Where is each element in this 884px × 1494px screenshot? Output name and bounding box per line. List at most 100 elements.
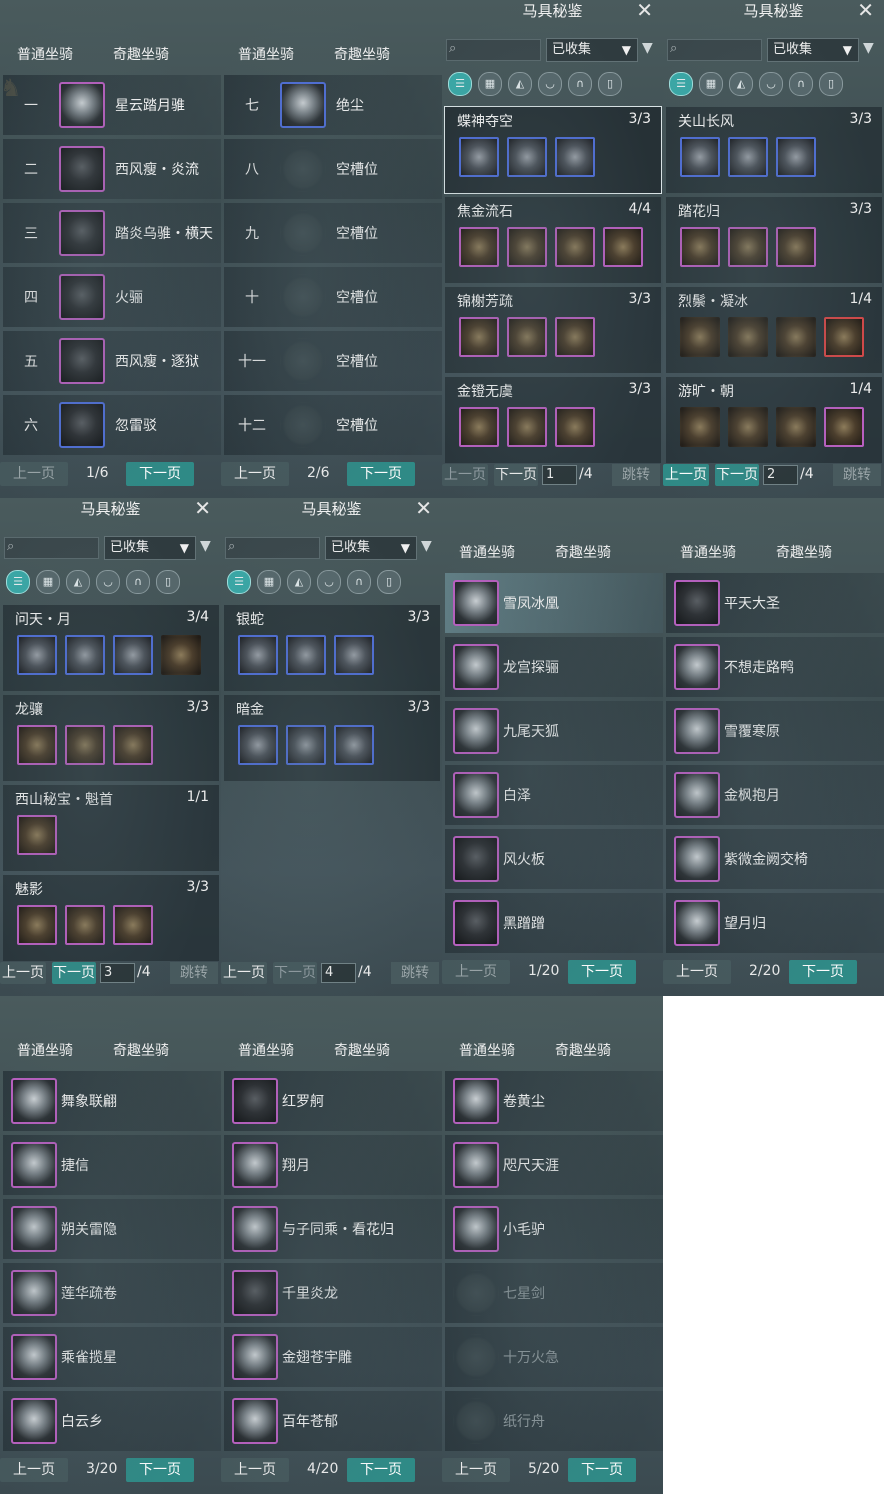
tab-normal-mounts[interactable]: 普通坐骑 (17, 1040, 73, 1060)
list-item[interactable]: 咫尺天涯 (445, 1135, 663, 1195)
equipment-item-icon[interactable] (728, 317, 768, 357)
armor-category-icon[interactable]: ◡ (538, 72, 562, 96)
page-number-input[interactable]: 1 (542, 465, 577, 485)
saddle-category-icon[interactable]: ◭ (66, 570, 90, 594)
prev-page-button[interactable]: 上一页 (442, 960, 510, 984)
scroll-category-icon[interactable]: ▯ (156, 570, 180, 594)
list-item[interactable]: 翔月 (224, 1135, 442, 1195)
page-number-input[interactable]: 2 (763, 465, 798, 485)
tab-fun-mounts[interactable]: 奇趣坐骑 (776, 542, 832, 562)
list-item[interactable]: 卷黄尘 (445, 1071, 663, 1131)
prev-page-button[interactable]: 上一页 (0, 462, 68, 486)
tab-normal-mounts[interactable]: 普通坐骑 (238, 1040, 294, 1060)
jump-button[interactable]: 跳转 (391, 962, 439, 984)
jump-button[interactable]: 跳转 (833, 464, 881, 486)
list-item[interactable]: 舞象联翩 (3, 1071, 221, 1131)
list-item[interactable]: 雪凤冰凰 (445, 573, 663, 633)
scroll-category-icon[interactable]: ▯ (819, 72, 843, 96)
equipment-item-icon[interactable] (238, 635, 278, 675)
filter-icon[interactable]: ▼ (200, 538, 211, 554)
tab-normal-mounts[interactable]: 普通坐骑 (680, 542, 736, 562)
list-item[interactable]: 千里炎龙 (224, 1263, 442, 1323)
equipment-item-icon[interactable] (680, 317, 720, 357)
equipment-item-icon[interactable] (555, 407, 595, 447)
equipment-item-icon[interactable] (161, 635, 201, 675)
horseshoe-category-icon[interactable]: ∩ (126, 570, 150, 594)
equipment-item-icon[interactable] (334, 635, 374, 675)
filter-icon[interactable]: ▼ (421, 538, 432, 554)
jump-button[interactable]: 跳转 (170, 962, 218, 984)
equipment-item-icon[interactable] (286, 635, 326, 675)
jump-button[interactable]: 跳转 (612, 464, 660, 486)
filter-icon[interactable]: ▼ (642, 40, 653, 56)
next-page-button[interactable]: 下一页 (347, 462, 415, 486)
list-item[interactable]: 小毛驴 (445, 1199, 663, 1259)
equipment-set[interactable]: 问天・月 3/4 (3, 605, 219, 691)
saddle-category-icon[interactable]: ◭ (287, 570, 311, 594)
equipment-item-icon[interactable] (507, 227, 547, 267)
equipment-item-icon[interactable] (459, 317, 499, 357)
list-item[interactable]: 十二 空槽位 (224, 395, 442, 455)
list-item[interactable]: 十 空槽位 (224, 267, 442, 327)
equipment-set[interactable]: 锦榭芳疏 3/3 (445, 287, 661, 373)
search-input[interactable]: ⌕ (4, 537, 99, 559)
equipment-item-icon[interactable] (555, 317, 595, 357)
equipment-item-icon[interactable] (459, 227, 499, 267)
equipment-item-icon[interactable] (680, 137, 720, 177)
prev-page-button[interactable]: 上一页 (0, 1458, 68, 1482)
next-page-button[interactable]: 下一页 (273, 962, 317, 984)
list-item[interactable]: 与子同乘・看花归 (224, 1199, 442, 1259)
prev-page-button[interactable]: 上一页 (221, 462, 289, 486)
horseshoe-category-icon[interactable]: ∩ (347, 570, 371, 594)
list-item[interactable]: 四 火骊 (3, 267, 221, 327)
prev-page-button[interactable]: 上一页 (0, 962, 46, 984)
equipment-item-icon[interactable] (238, 725, 278, 765)
list-item[interactable]: 金翅苍宇雕 (224, 1327, 442, 1387)
list-view-icon[interactable]: ☰ (227, 570, 251, 594)
page-number-input[interactable]: 3 (100, 963, 135, 983)
list-item[interactable]: 紫微金阙交椅 (666, 829, 884, 889)
equipment-item-icon[interactable] (776, 227, 816, 267)
prev-page-button[interactable]: 上一页 (663, 464, 709, 486)
list-item[interactable]: 七 绝尘 (224, 75, 442, 135)
list-item[interactable]: 黑蹭蹭 (445, 893, 663, 953)
equipment-item-icon[interactable] (776, 317, 816, 357)
search-input[interactable]: ⌕ (667, 39, 762, 61)
list-item[interactable]: 朔关雷隐 (3, 1199, 221, 1259)
list-item[interactable]: 不想走路鸭 (666, 637, 884, 697)
tab-fun-mounts[interactable]: 奇趣坐骑 (113, 1040, 169, 1060)
equipment-set[interactable]: 游旷・朝 1/4 (666, 377, 882, 463)
collected-filter-select[interactable]: 已收集 ▼ (767, 38, 859, 62)
equipment-item-icon[interactable] (459, 407, 499, 447)
tab-normal-mounts[interactable]: 普通坐骑 (459, 1040, 515, 1060)
equipment-set[interactable]: 关山长风 3/3 (666, 107, 882, 193)
list-item[interactable]: 红罗舸 (224, 1071, 442, 1131)
collected-filter-select[interactable]: 已收集 ▼ (325, 536, 417, 560)
list-item[interactable]: 白云乡 (3, 1391, 221, 1451)
equipment-item-icon[interactable] (603, 227, 643, 267)
close-icon[interactable]: ✕ (415, 498, 432, 520)
list-view-icon[interactable]: ☰ (669, 72, 693, 96)
list-item[interactable]: 风火板 (445, 829, 663, 889)
saddle-category-icon[interactable]: ◭ (729, 72, 753, 96)
list-item[interactable]: 捷信 (3, 1135, 221, 1195)
search-input[interactable]: ⌕ (446, 39, 541, 61)
horseshoe-category-icon[interactable]: ∩ (568, 72, 592, 96)
next-page-button[interactable]: 下一页 (789, 960, 857, 984)
equipment-item-icon[interactable] (776, 407, 816, 447)
list-item[interactable]: 十万火急 (445, 1327, 663, 1387)
tab-fun-mounts[interactable]: 奇趣坐骑 (334, 44, 390, 64)
equipment-set[interactable]: 魅影 3/3 (3, 875, 219, 961)
equipment-item-icon[interactable] (555, 227, 595, 267)
list-item[interactable]: 十一 空槽位 (224, 331, 442, 391)
close-icon[interactable]: ✕ (636, 0, 653, 22)
equipment-set[interactable]: 金镫无虞 3/3 (445, 377, 661, 463)
page-number-input[interactable]: 4 (321, 963, 356, 983)
equipment-item-icon[interactable] (17, 905, 57, 945)
grid-view-icon[interactable]: ▦ (699, 72, 723, 96)
prev-page-button[interactable]: 上一页 (221, 1458, 289, 1482)
filter-icon[interactable]: ▼ (863, 40, 874, 56)
equipment-item-icon[interactable] (17, 635, 57, 675)
list-item[interactable]: 二 西风瘦・炎流 (3, 139, 221, 199)
list-item[interactable]: 望月归 (666, 893, 884, 953)
